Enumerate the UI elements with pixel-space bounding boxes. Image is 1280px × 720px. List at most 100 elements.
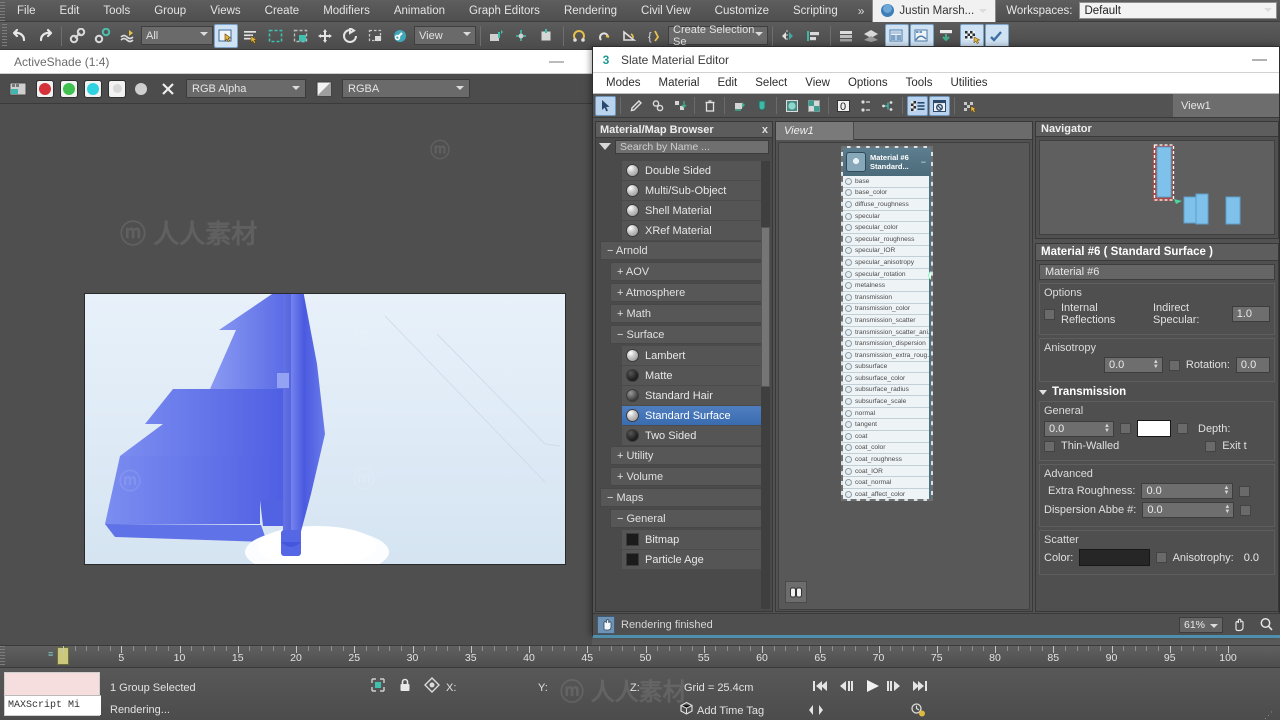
render-production-icon[interactable] (985, 23, 1009, 48)
select-and-scale-icon[interactable] (364, 24, 388, 48)
maxscript-listener[interactable]: MAXScript Mi (4, 672, 101, 716)
green-channel-toggle[interactable] (60, 79, 78, 98)
node-slot[interactable]: transmission_dispersion (843, 338, 931, 350)
slot-connector-icon[interactable] (845, 189, 852, 197)
reference-coordinate-select[interactable]: View (414, 26, 476, 45)
sme-menu-view[interactable]: View (796, 75, 839, 91)
node-slot[interactable]: base (843, 176, 931, 188)
material-id-channel-icon[interactable] (959, 96, 980, 116)
use-transform-coordinate-center-icon[interactable] (535, 24, 559, 48)
transmission-map-button[interactable] (1120, 423, 1131, 434)
browser-item[interactable]: Shell Material (622, 201, 770, 221)
mirror-icon[interactable] (777, 24, 801, 48)
browser-scrollbar[interactable] (761, 161, 770, 609)
node-canvas[interactable]: Material #6 Standard... − base base_color… (778, 142, 1030, 610)
extra-roughness-map-button[interactable] (1239, 485, 1251, 497)
rectangular-selection-region-icon[interactable] (264, 24, 288, 48)
slot-connector-icon[interactable] (845, 363, 852, 371)
sme-menu-tools[interactable]: Tools (897, 75, 942, 91)
absolute-relative-transform-icon[interactable] (422, 675, 442, 695)
unlink-selection-icon[interactable] (91, 24, 115, 48)
slot-connector-icon[interactable] (845, 490, 852, 498)
clear-image-icon[interactable] (156, 77, 180, 101)
red-channel-toggle[interactable] (36, 79, 54, 98)
dispersion-spinner[interactable]: 0.0 ▲ ▼ (1142, 502, 1235, 518)
select-object-icon[interactable] (214, 23, 238, 48)
chevron-down-icon[interactable] (599, 143, 611, 150)
browser-group[interactable]: + Volume (610, 467, 770, 486)
timeline-grip[interactable] (0, 646, 5, 667)
slot-connector-icon[interactable] (845, 305, 852, 313)
node-slot[interactable]: subsurface_radius (843, 384, 931, 397)
node-scrollbar[interactable] (928, 176, 931, 499)
minimize-icon[interactable]: — (549, 53, 564, 70)
rotation-spinner[interactable]: 0.0 (1235, 357, 1270, 373)
slot-connector-icon[interactable] (845, 456, 852, 464)
node-slot[interactable]: specular_rotation (843, 268, 931, 281)
menu-animation[interactable]: Animation (382, 2, 457, 20)
browser-scrollbar-thumb[interactable] (761, 227, 770, 387)
slot-connector-icon[interactable] (845, 479, 852, 487)
time-configuration-icon[interactable] (908, 700, 928, 720)
material-name-input[interactable]: Material #6 (1039, 264, 1275, 280)
menu-edit[interactable]: Edit (48, 2, 92, 20)
browser-group[interactable]: − Surface (610, 325, 770, 344)
toolbar-grip[interactable] (2, 23, 7, 48)
thin-walled-checkbox[interactable] (1044, 440, 1055, 452)
select-and-link-icon[interactable] (66, 24, 90, 48)
slot-connector-icon[interactable] (845, 386, 852, 394)
toggle-alpha-icon[interactable] (312, 77, 336, 101)
transmission-rollout-header[interactable]: Transmission (1039, 386, 1275, 398)
node-slot[interactable]: subsurface (843, 361, 931, 374)
named-selection-set-input[interactable]: Create Selection Se (668, 24, 768, 48)
scatter-color-swatch[interactable] (1079, 549, 1150, 566)
spinner-arrows-icon[interactable]: ▲ ▼ (1103, 423, 1111, 435)
sme-menu-edit[interactable]: Edit (708, 75, 746, 91)
browser-group[interactable]: + Atmosphere (610, 283, 770, 302)
sme-view-label[interactable]: View1 (1173, 94, 1279, 117)
anisotropy-spinner[interactable]: 0.0 ▲ ▼ (1104, 357, 1163, 373)
transmission-color-map-button[interactable] (1177, 423, 1188, 434)
slot-connector-icon[interactable] (845, 212, 852, 220)
node-slot[interactable]: tangent (843, 419, 931, 432)
previous-frame-icon[interactable] (836, 676, 856, 696)
layout-children-icon[interactable] (855, 96, 876, 116)
node-slot[interactable]: subsurface_scale (843, 396, 931, 408)
material-node-header[interactable]: Material #6 Standard... − (843, 148, 931, 176)
slot-connector-icon[interactable] (845, 432, 852, 440)
browser-group[interactable]: − Maps (600, 488, 770, 507)
layer-explorer-icon[interactable] (835, 24, 859, 48)
node-slot[interactable]: specular_color (843, 222, 931, 234)
go-to-end-icon[interactable] (910, 676, 930, 696)
spinner-arrows-icon[interactable]: ▲ ▼ (1152, 359, 1160, 371)
spinner-snap-toggle-icon[interactable]: { (643, 24, 667, 48)
slot-connector-icon[interactable] (845, 467, 852, 475)
node-slot[interactable]: transmission_extra_roug... (843, 349, 931, 362)
reference-coordinate-icon[interactable] (389, 24, 413, 48)
render-setup-icon[interactable] (935, 24, 959, 48)
move-children-icon[interactable] (647, 96, 668, 116)
anisotropy-map-button[interactable] (1168, 359, 1180, 371)
menu-views[interactable]: Views (198, 2, 252, 20)
menu-civil-view[interactable]: Civil View (629, 2, 703, 20)
transmission-spinner[interactable]: 0.0 ▲ ▼ (1044, 420, 1114, 437)
menu-overflow-icon[interactable]: » (850, 4, 873, 18)
bind-to-space-warp-icon[interactable] (116, 24, 140, 48)
toggle-browser-icon[interactable] (907, 95, 928, 116)
redo-icon[interactable] (33, 24, 57, 48)
node-slot[interactable]: transmission_color (843, 303, 931, 316)
navigator-minimap[interactable] (1039, 140, 1275, 235)
node-slot[interactable]: coat_normal (843, 477, 931, 490)
slot-connector-icon[interactable] (845, 224, 852, 232)
slot-connector-icon[interactable] (845, 258, 852, 266)
activeshade-viewport[interactable]: ⓜ ⓜ ⓜ ⓜ 人人素材 ⓜ (0, 104, 592, 670)
node-collapse-icon[interactable]: − (921, 157, 928, 167)
slot-connector-icon[interactable] (845, 444, 852, 452)
show-background-icon[interactable] (751, 96, 772, 116)
slot-connector-icon[interactable] (845, 328, 852, 336)
format-select[interactable]: RGBA (342, 79, 470, 98)
node-slot[interactable]: specular_roughness (843, 233, 931, 246)
slot-connector-icon[interactable] (845, 351, 852, 359)
selection-filter-select[interactable]: All (141, 26, 213, 45)
add-time-tag-label[interactable]: Add Time Tag (697, 705, 764, 717)
